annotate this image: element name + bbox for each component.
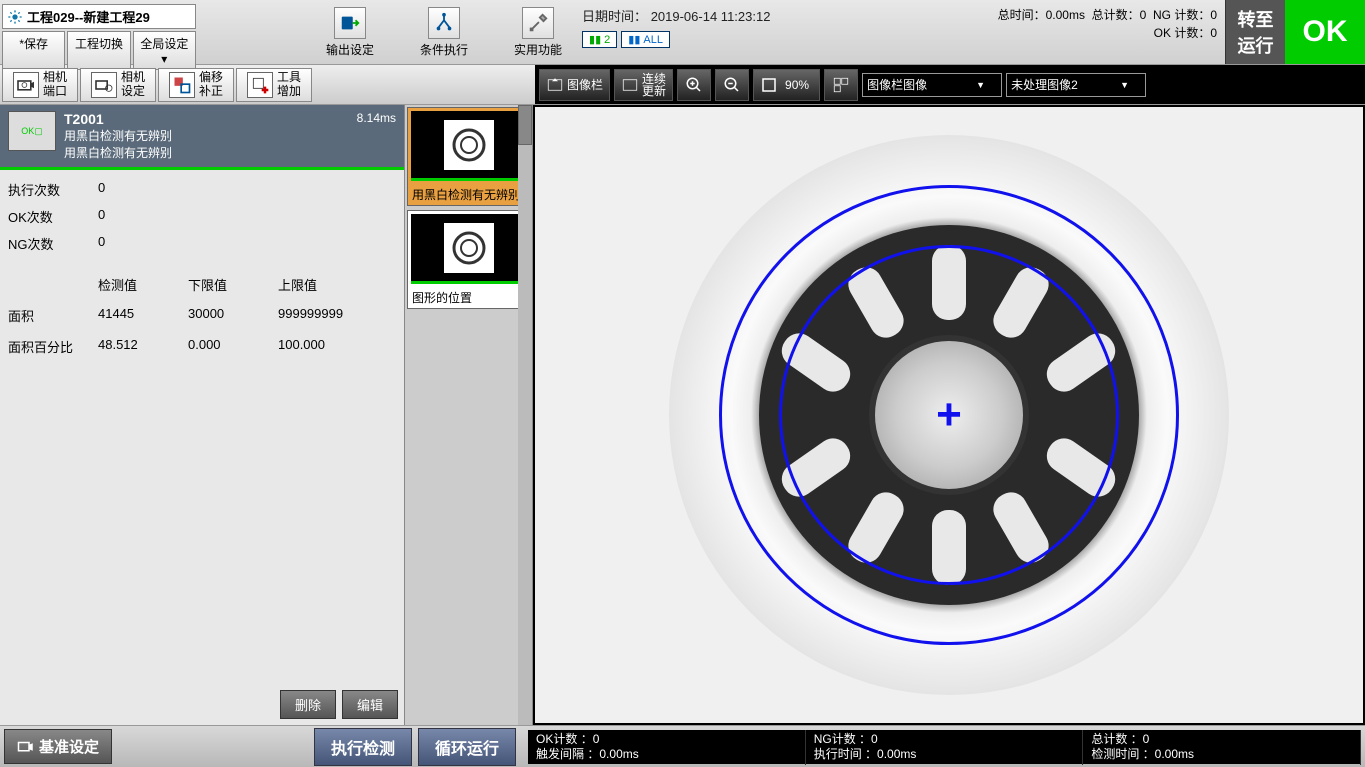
toolbar: 相机 端口 相机 设定 偏移 补正 工具 增加 图像栏 连续 更新 90% xyxy=(0,65,1365,105)
fit-icon xyxy=(760,76,778,94)
project-title-text: 工程029--新建工程29 xyxy=(27,7,150,26)
camera-icon xyxy=(13,72,39,98)
toolbar-left: 相机 端口 相机 设定 偏移 补正 工具 增加 xyxy=(0,65,535,104)
zoom-fit-button[interactable]: 90% xyxy=(753,69,820,101)
action-bar: 基准设定 执行检测 循环运行 OK计数 ：0 触发间隔 ：0.00ms NG计数… xyxy=(0,725,1365,767)
thumb-1-image xyxy=(411,111,526,181)
camera-port-button[interactable]: 相机 端口 xyxy=(2,68,78,102)
image-source-dropdown[interactable]: 图像栏图像 xyxy=(862,73,1002,97)
tool-sub1: 用黑白检测有无辨别 xyxy=(64,127,396,144)
condition-exec-button[interactable]: 条件执行 xyxy=(412,3,476,62)
viewer-canvas[interactable]: + xyxy=(535,107,1363,723)
tool-sub2: 用黑白检测有无辨别 xyxy=(64,144,396,161)
thumb-1[interactable]: 用黑白检测有无辨别 xyxy=(407,107,530,206)
image-viewer: + xyxy=(533,105,1365,725)
camera-settings-button[interactable]: 相机 设定 xyxy=(80,68,156,102)
offset-button[interactable]: 偏移 补正 xyxy=(158,68,234,102)
datetime-label: 日期时间： xyxy=(582,9,647,24)
tool-icon: OK▢ xyxy=(8,111,56,151)
layout-button[interactable] xyxy=(824,69,858,101)
tools-icon xyxy=(522,7,554,39)
topbar-stats: 总时间：0.00ms 总计数：0 NG 计数：0 OK 计数：0 xyxy=(990,0,1225,64)
indicator-all[interactable]: ▮▮ ALL xyxy=(621,31,670,48)
top-bar: 工程029--新建工程29 *保存 工程切换 全局设定 ▾ 输出设定 条件执行 … xyxy=(0,0,1365,65)
camera-small-icon xyxy=(17,740,35,754)
zoom-out-button[interactable] xyxy=(715,69,749,101)
run-mode-button[interactable]: 转至 运行 xyxy=(1225,0,1285,64)
viewer-toolbar: 图像栏 连续 更新 90% 图像栏图像 未处理图像2 xyxy=(535,65,1365,104)
branch-icon xyxy=(428,7,460,39)
base-settings-button[interactable]: 基准设定 xyxy=(4,729,112,764)
zoom-in-button[interactable] xyxy=(677,69,711,101)
image-icon xyxy=(546,76,564,94)
exec-stats: 执行次数0 OK次数0 NG次数0 xyxy=(0,170,404,263)
status-bar: OK计数 ：0 触发间隔 ：0.00ms NG计数 ：0 执行时间 ：0.00m… xyxy=(528,730,1361,764)
zoom-out-icon xyxy=(723,76,741,94)
datetime-value: 2019-06-14 11:23:12 xyxy=(651,9,771,24)
tool-time: 8.14ms xyxy=(357,111,396,125)
indicator-row: ▮▮ 2 ▮▮ ALL xyxy=(582,31,770,48)
output-icon xyxy=(334,7,366,39)
left-panel: OK▢ T2001 用黑白检测有无辨别 用黑白检测有无辨别 8.14ms 执行次… xyxy=(0,105,405,725)
tool-add-button[interactable]: 工具 增加 xyxy=(236,68,312,102)
loop-run-button[interactable]: 循环运行 xyxy=(418,728,516,766)
value-grid: 检测值 下限值 上限值 面积 41445 30000 999999999 面积百… xyxy=(0,263,404,368)
tool-name: T2001 xyxy=(64,111,396,127)
zoom-in-icon xyxy=(685,76,703,94)
ok-status: OK xyxy=(1285,0,1365,64)
output-settings-button[interactable]: 输出设定 xyxy=(318,3,382,62)
thumb-2-image xyxy=(411,214,526,284)
thumbnail-column: 用黑白检测有无辨别 图形的位置 xyxy=(405,105,533,725)
utility-button[interactable]: 实用功能 xyxy=(506,3,570,62)
datetime-block: 日期时间： 2019-06-14 11:23:12 ▮▮ 2 ▮▮ ALL xyxy=(570,0,782,64)
part-image: + xyxy=(669,135,1229,695)
topbar-mid: 输出设定 条件执行 实用功能 xyxy=(198,0,570,64)
zoom-percent: 90% xyxy=(781,78,813,92)
delete-button[interactable]: 删除 xyxy=(280,690,336,719)
gear-icon xyxy=(7,9,23,25)
thumb-2[interactable]: 图形的位置 xyxy=(407,210,530,309)
execute-detect-button[interactable]: 执行检测 xyxy=(314,728,412,766)
left-bottom-buttons: 删除 编辑 xyxy=(0,684,404,725)
project-title[interactable]: 工程029--新建工程29 xyxy=(2,4,196,29)
topbar-left: 工程029--新建工程29 *保存 工程切换 全局设定 ▾ xyxy=(0,0,198,64)
refresh-icon xyxy=(621,76,639,94)
image-bar-button[interactable]: 图像栏 xyxy=(539,69,610,101)
thumb-scrollbar[interactable] xyxy=(518,105,532,725)
add-icon xyxy=(247,72,273,98)
image-process-dropdown[interactable]: 未处理图像2 xyxy=(1006,73,1146,97)
continuous-update-button[interactable]: 连续 更新 xyxy=(614,69,673,101)
layout-icon xyxy=(832,76,850,94)
row-area: 面积 41445 30000 999999999 xyxy=(8,300,396,331)
camera-gear-icon xyxy=(91,72,117,98)
tool-header[interactable]: OK▢ T2001 用黑白检测有无辨别 用黑白检测有无辨别 8.14ms xyxy=(0,105,404,170)
offset-icon xyxy=(169,72,195,98)
main-area: OK▢ T2001 用黑白检测有无辨别 用黑白检测有无辨别 8.14ms 执行次… xyxy=(0,105,1365,725)
indicator-2[interactable]: ▮▮ 2 xyxy=(582,31,617,48)
row-area-pct: 面积百分比 48.512 0.000 100.000 xyxy=(8,331,396,362)
crosshair-icon: + xyxy=(936,390,962,440)
edit-button[interactable]: 编辑 xyxy=(342,690,398,719)
